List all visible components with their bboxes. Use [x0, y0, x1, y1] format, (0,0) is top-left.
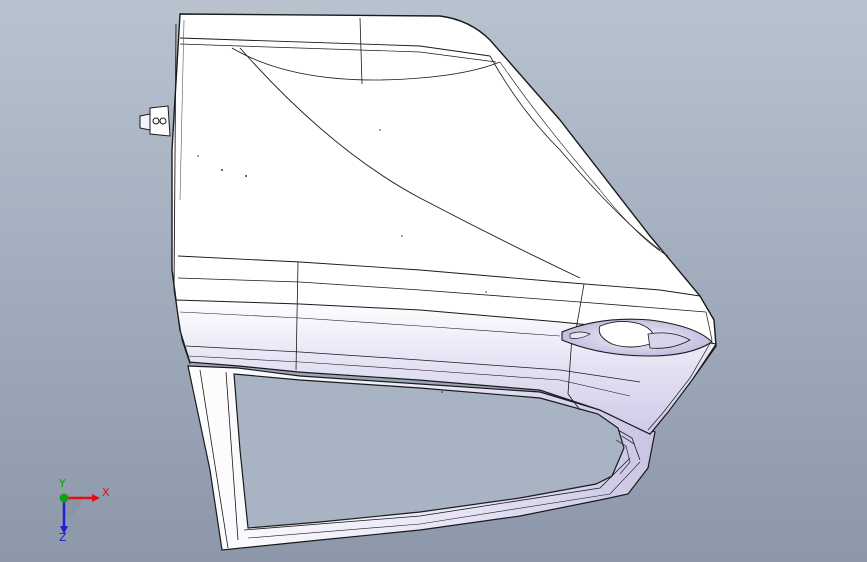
x-axis-label: X [102, 486, 110, 499]
y-axis-label: Y [59, 477, 66, 490]
z-axis-label: Z [59, 531, 67, 544]
orientation-triad: X Y Z [40, 478, 120, 548]
mounting-bracket [139, 105, 171, 137]
car-door-model[interactable] [0, 0, 867, 562]
x-arrow-icon [92, 494, 100, 502]
cad-viewport[interactable]: X Y Z [0, 0, 867, 562]
y-axis-dot-icon [59, 493, 69, 503]
